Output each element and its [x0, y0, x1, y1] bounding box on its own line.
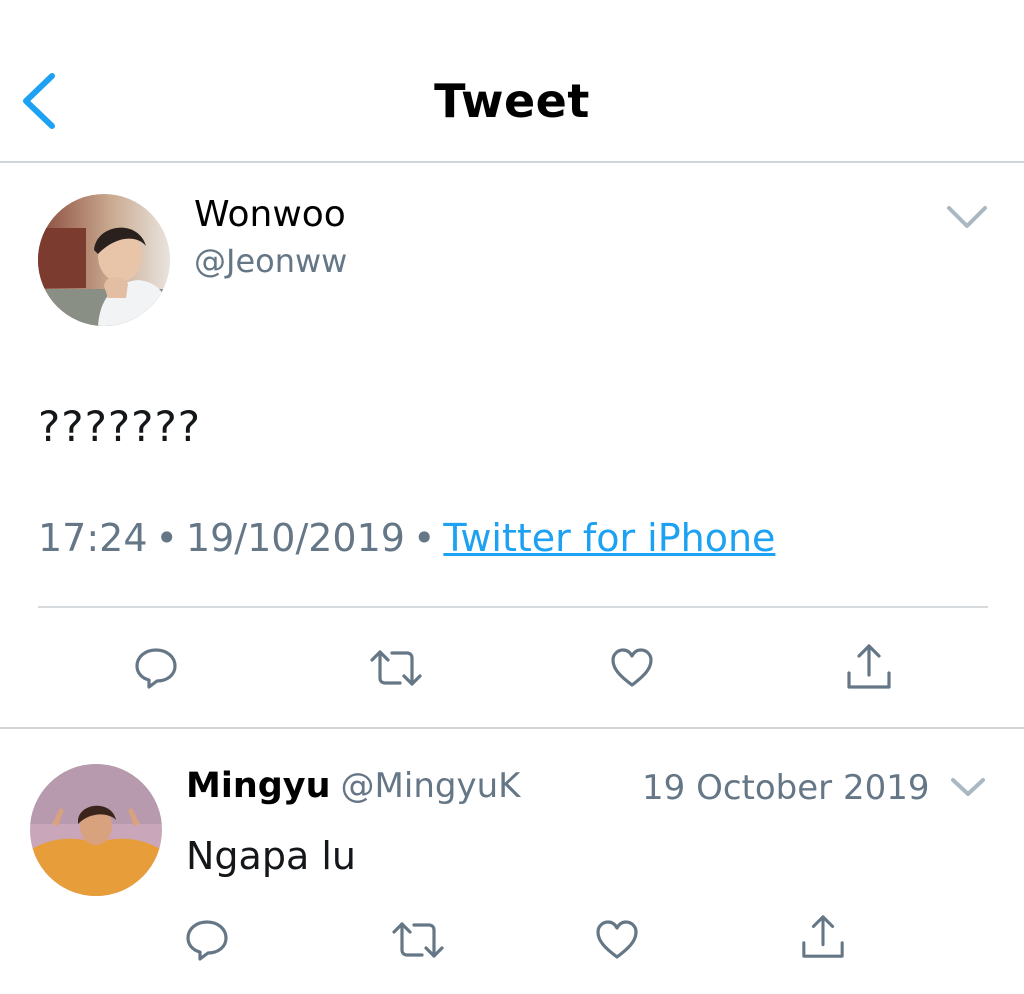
share-icon[interactable] [800, 914, 846, 960]
tweet-source-link[interactable]: Twitter for iPhone [443, 516, 775, 560]
retweet-icon[interactable] [390, 920, 446, 960]
avatar[interactable] [38, 194, 170, 326]
reply-author-name[interactable]: Mingyu [186, 766, 331, 806]
separator: • [155, 516, 178, 560]
chevron-down-icon[interactable] [946, 204, 988, 230]
tweet-meta: 17:24 • 19/10/2019 • Twitter for iPhone [38, 516, 775, 560]
divider [0, 727, 1024, 729]
divider [38, 606, 988, 608]
heart-icon[interactable] [610, 648, 654, 688]
separator: • [412, 516, 436, 560]
nav-header: Tweet [0, 0, 1024, 163]
tweet-text: ??????? [38, 402, 202, 451]
heart-icon[interactable] [595, 920, 639, 960]
reply-date: 19 October 2019 [642, 768, 930, 808]
reply-icon[interactable] [184, 918, 230, 962]
page-title: Tweet [434, 74, 590, 128]
reply-author[interactable]: Mingyu @MingyuK [186, 766, 520, 806]
reply-text: Ngapa lu [186, 834, 356, 878]
reply-author-handle[interactable]: @MingyuK [341, 766, 521, 806]
tweet-date: 19/10/2019 [185, 516, 405, 560]
share-icon[interactable] [845, 643, 893, 691]
reply-icon[interactable] [133, 646, 179, 690]
author-handle[interactable]: @Jeonww [194, 242, 347, 280]
tweet-time: 17:24 [38, 516, 148, 560]
chevron-down-icon[interactable] [950, 776, 986, 798]
avatar[interactable] [30, 764, 162, 896]
retweet-icon[interactable] [368, 648, 424, 688]
author-name[interactable]: Wonwoo [194, 194, 346, 235]
